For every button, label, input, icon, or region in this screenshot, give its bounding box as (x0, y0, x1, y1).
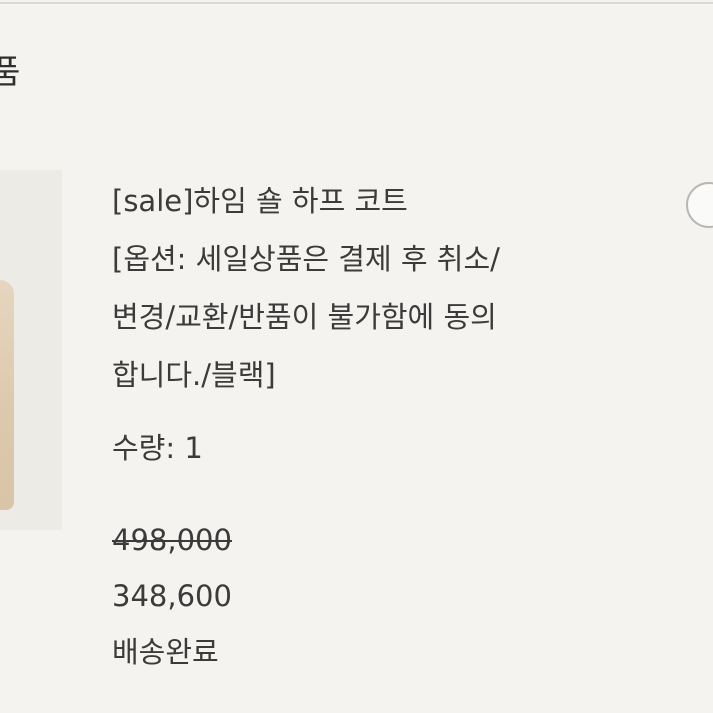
order-item-page: 품 [sale]하임 숄 하프 코트 [옵션: 세일상품은 결제 후 취소/ 변… (0, 0, 713, 713)
original-price: 498,000 (112, 523, 232, 557)
section-title: 품 (0, 52, 21, 91)
coat-image (0, 280, 14, 510)
product-name-line-2: [옵션: 세일상품은 결제 후 취소/ (112, 242, 500, 276)
product-name-line-1: [sale]하임 숄 하프 코트 (112, 184, 408, 218)
product-name-line-3: 변경/교환/반품이 불가함에 동의 (112, 300, 497, 334)
product-name-line-4: 합니다./블랙] (112, 358, 276, 392)
product-info: [sale]하임 숄 하프 코트 [옵션: 세일상품은 결제 후 취소/ 변경/… (112, 172, 632, 672)
circle-checkbox-icon[interactable] (686, 182, 713, 228)
delivery-status: 배송완료 (112, 635, 219, 669)
top-divider (0, 0, 713, 4)
product-thumbnail[interactable] (0, 170, 62, 530)
product-name[interactable]: [sale]하임 숄 하프 코트 [옵션: 세일상품은 결제 후 취소/ 변경/… (112, 172, 632, 404)
quantity-text: 수량: 1 (112, 431, 203, 465)
sale-price: 348,600 (112, 579, 232, 613)
